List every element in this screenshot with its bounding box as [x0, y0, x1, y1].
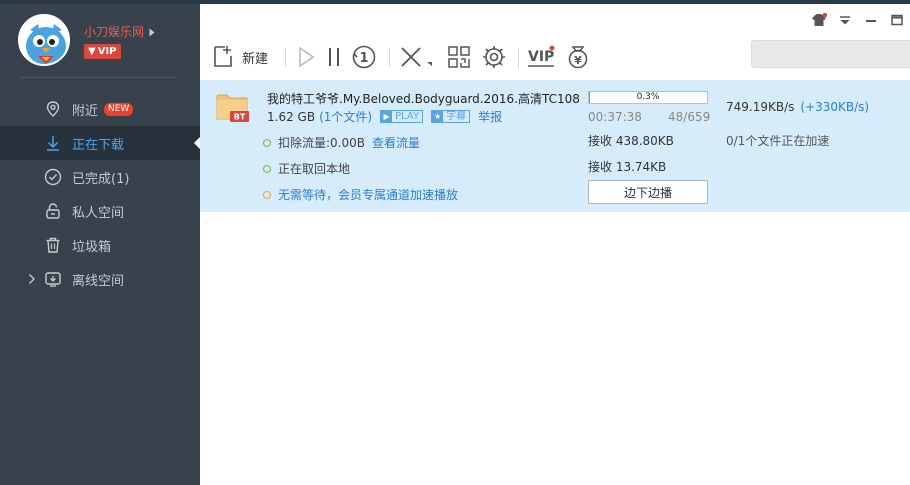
sidebar-item-private-space[interactable]: 私人空间	[0, 194, 200, 228]
trash-icon	[43, 235, 63, 255]
subtitle-badge-label: 字幕	[446, 110, 467, 122]
play-icon	[299, 46, 315, 68]
sidebar-item-nearby[interactable]: 附近 NEW	[0, 92, 200, 126]
status-line: 无需等待，会员专属通道加速播放	[263, 186, 458, 203]
speed-limit-button[interactable]: 1	[350, 44, 378, 70]
offline-cloud-icon	[43, 269, 63, 289]
svg-text:1: 1	[359, 51, 368, 66]
status-line: 扣除流量:0.00B 查看流量	[263, 134, 420, 151]
minimize-icon[interactable]	[858, 8, 884, 32]
task-size: 1.62 GB	[267, 109, 316, 124]
check-circle-icon	[43, 167, 63, 187]
file-count-link[interactable]: (1个文件)	[319, 108, 372, 125]
new-file-icon	[214, 46, 232, 67]
play-while-download-button[interactable]: 边下边播	[588, 180, 708, 204]
status-line: 正在取回本地	[263, 160, 350, 177]
qr-code-icon	[448, 46, 470, 68]
sidebar-item-completed[interactable]: 已完成(1)	[0, 160, 200, 194]
progress-bar: 0.3%	[588, 91, 708, 104]
play-badge[interactable]: ▶ PLAY	[380, 110, 424, 123]
vip-v-icon: ▼	[88, 46, 96, 57]
chevron-right-icon[interactable]	[28, 273, 36, 285]
view-traffic-link[interactable]: 查看流量	[372, 134, 420, 151]
main-panel: 新建 1 VIP ¥ BT 我的特工爷爷.My.Beloved.Bodyguar…	[200, 4, 910, 485]
one-circle-icon: 1	[352, 45, 376, 69]
lock-icon	[43, 201, 63, 221]
play-badge-label: PLAY	[395, 110, 420, 122]
vip-icon: VIP	[528, 45, 555, 67]
toolbar: 新建 1 VIP ¥	[200, 36, 910, 76]
progress-text: 0.3%	[636, 92, 660, 102]
sidebar-item-offline-space[interactable]: 离线空间	[0, 262, 200, 296]
close-icon	[401, 47, 432, 67]
start-button[interactable]	[294, 44, 318, 70]
vip-button[interactable]: VIP	[526, 44, 556, 70]
sidebar-nav: 附近 NEW 正在下载 已完成(1) 私人空间 垃圾箱 离线空间	[0, 92, 200, 296]
pause-button[interactable]	[324, 44, 344, 70]
user-profile: 小刀娱乐网 ▼ VIP	[0, 4, 200, 78]
username[interactable]: 小刀娱乐网	[84, 23, 144, 40]
speed-extra: (+330KB/s)	[800, 100, 870, 114]
task-name[interactable]: 我的特工爷爷.My.Beloved.Bodyguard.2016.高清TC108…	[267, 90, 579, 107]
pieces-count: 48/659	[668, 110, 711, 124]
skin-icon[interactable]	[806, 8, 832, 32]
settings-button[interactable]	[480, 44, 508, 70]
vip-accelerate-link[interactable]: 无需等待，会员专属通道加速播放	[278, 186, 458, 203]
sidebar-divider	[20, 77, 178, 78]
sidebar-item-label: 私人空间	[72, 205, 125, 221]
maximize-icon[interactable]	[884, 8, 910, 32]
accel-status: 0/1个文件正在加速	[726, 134, 830, 148]
search-input[interactable]	[751, 40, 910, 68]
menu-dropdown-icon[interactable]	[832, 8, 858, 32]
new-badge: NEW	[104, 102, 134, 116]
received-amount: 接收 438.80KB	[588, 134, 674, 148]
report-link[interactable]: 举报	[478, 108, 502, 125]
file-type-label: BT	[234, 113, 246, 122]
sidebar-item-downloading[interactable]: 正在下载	[0, 126, 200, 160]
download-speed: 749.19KB/s (+330KB/s)	[726, 100, 869, 114]
status-dot-icon	[263, 190, 271, 199]
new-task-button[interactable]: 新建	[212, 44, 268, 70]
sidebar-item-label: 垃圾箱	[72, 239, 112, 255]
status-dot-icon	[263, 138, 271, 147]
svg-text:¥: ¥	[574, 54, 582, 67]
toolbar-divider	[389, 48, 390, 68]
sidebar-item-label: 正在下载	[72, 137, 125, 153]
status-dot-icon	[263, 164, 271, 173]
play-triangle-icon: ▶	[381, 110, 393, 123]
subtitle-badge[interactable]: ★ 字幕	[431, 110, 471, 123]
vip-badge[interactable]: ▼ VIP	[84, 44, 121, 59]
wallet-button[interactable]: ¥	[564, 44, 592, 70]
bt-file-icon: BT	[216, 91, 250, 123]
sidebar-item-label: 附近	[72, 103, 99, 119]
avatar[interactable]	[18, 14, 70, 66]
vip-label: VIP	[97, 46, 117, 57]
task-row[interactable]: BT 我的特工爷爷.My.Beloved.Bodyguard.2016.高清TC…	[200, 80, 910, 212]
download-icon	[43, 133, 63, 153]
svg-text:VIP: VIP	[528, 49, 554, 65]
money-bag-icon: ¥	[568, 46, 588, 69]
status-text: 正在取回本地	[278, 162, 351, 176]
star-icon: ★	[432, 110, 444, 123]
new-task-label: 新建	[242, 51, 269, 67]
qr-code-button[interactable]	[446, 44, 472, 70]
sidebar: 小刀娱乐网 ▼ VIP 附近 NEW 正在下载 已完成(1) 私人空间 垃圾箱 …	[0, 4, 200, 485]
sidebar-item-trash[interactable]: 垃圾箱	[0, 228, 200, 262]
task-meta: 1.62 GB (1个文件) ▶ PLAY ★ 字幕 举报	[267, 108, 502, 125]
sidebar-item-label: 离线空间	[72, 273, 125, 289]
username-row[interactable]: 小刀娱乐网	[84, 23, 156, 40]
sidebar-item-label: 已完成(1)	[72, 171, 130, 187]
speed-value: 749.19KB/s	[726, 100, 795, 114]
delete-button[interactable]	[398, 44, 434, 70]
status-text: 扣除流量:0.00B	[278, 136, 365, 150]
location-icon	[43, 99, 63, 119]
toolbar-divider	[518, 48, 519, 68]
elapsed-time: 00:37:38	[588, 110, 642, 124]
caret-icon	[149, 28, 155, 37]
gear-icon	[483, 46, 505, 68]
received-amount: 接收 13.74KB	[588, 160, 667, 174]
pause-icon	[329, 48, 339, 66]
window-controls	[806, 8, 910, 32]
toolbar-divider	[285, 48, 286, 68]
